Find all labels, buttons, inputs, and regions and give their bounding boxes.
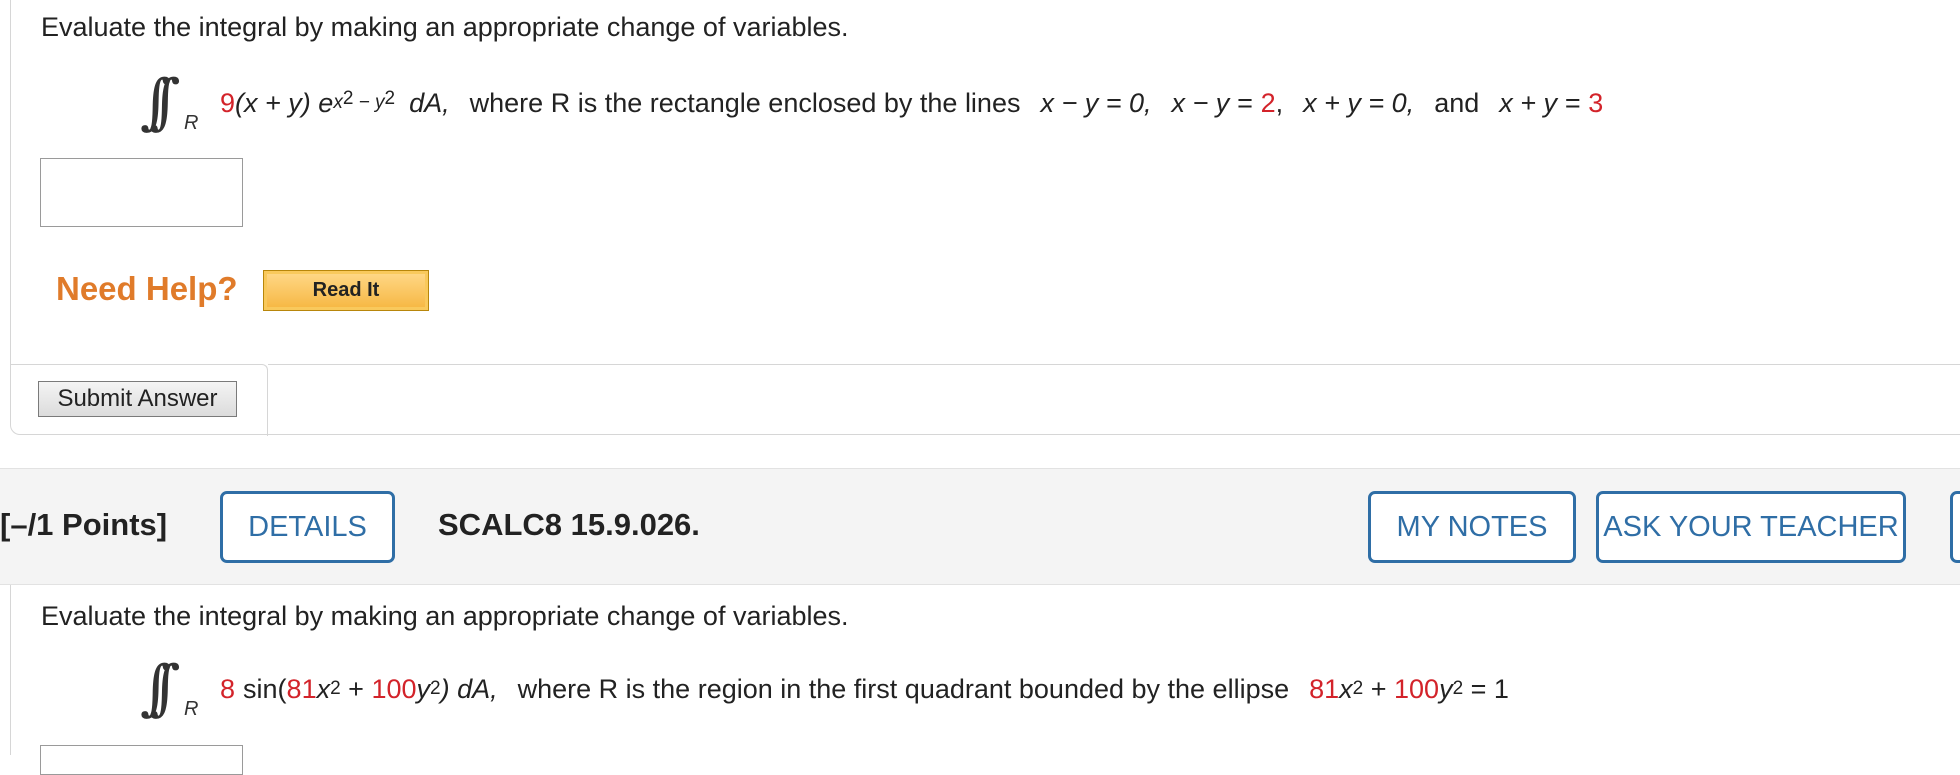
ellipse-a-param: 81 — [1309, 674, 1340, 704]
need-help-label: Need Help? — [56, 270, 238, 307]
boundary-line-1: x − y = 0, — [1040, 88, 1152, 118]
question-2-prompt: Evaluate the integral by making an appro… — [41, 601, 849, 631]
where-text: where R is the rectangle enclosed by the… — [469, 88, 1021, 118]
overflow-button[interactable] — [1950, 491, 1960, 563]
coefficient-param: 9 — [220, 88, 236, 118]
where-text: where R is the region in the first quadr… — [517, 674, 1290, 704]
details-button[interactable]: DETAILS — [220, 491, 395, 563]
read-it-button[interactable]: Read It — [263, 270, 429, 311]
divider — [268, 364, 1960, 365]
boundary-line-4-param: 3 — [1588, 88, 1604, 118]
question-2-card-border — [10, 585, 11, 755]
coefficient-param: 8 — [220, 674, 236, 704]
question-1-prompt: Evaluate the integral by making an appro… — [41, 12, 849, 42]
differential: ) dA, — [440, 674, 498, 704]
double-integral-symbol: ∫∫ — [140, 67, 180, 137]
answer-input[interactable] — [40, 158, 243, 227]
boundary-line-4: x + y = — [1499, 88, 1581, 118]
problem-code: SCALC8 15.9.026. — [438, 507, 700, 542]
double-integral-symbol: ∫∫ — [140, 653, 180, 723]
y-coefficient-param: 100 — [371, 674, 417, 704]
integrand-base: (x + y) e — [235, 88, 334, 118]
boundary-line-2: x − y = — [1171, 88, 1253, 118]
question-1-expression: 9 (x + y) e x2 − y2 dA, where R is the r… — [220, 88, 1604, 118]
x-coefficient-param: 81 — [286, 674, 317, 704]
and-text: and — [1434, 88, 1480, 118]
integral-region-label: R — [184, 112, 199, 134]
integral-region-label: R — [184, 698, 199, 720]
question-1-card — [10, 0, 1960, 435]
ellipse-b-param: 100 — [1394, 674, 1440, 704]
my-notes-button[interactable]: MY NOTES — [1368, 491, 1576, 563]
differential: dA, — [409, 88, 450, 118]
points-label: [–/1 Points] — [0, 507, 168, 542]
answer-input-2[interactable] — [40, 745, 243, 775]
ask-your-teacher-button[interactable]: ASK YOUR TEACHER — [1596, 491, 1906, 563]
boundary-line-3: x + y = 0, — [1303, 88, 1415, 118]
question-2-expression: 8 sin( 81 x 2 + 100 y 2 ) dA, where R is… — [220, 674, 1509, 704]
boundary-line-2-param: 2 — [1260, 88, 1276, 118]
submit-answer-button[interactable]: Submit Answer — [38, 381, 237, 417]
